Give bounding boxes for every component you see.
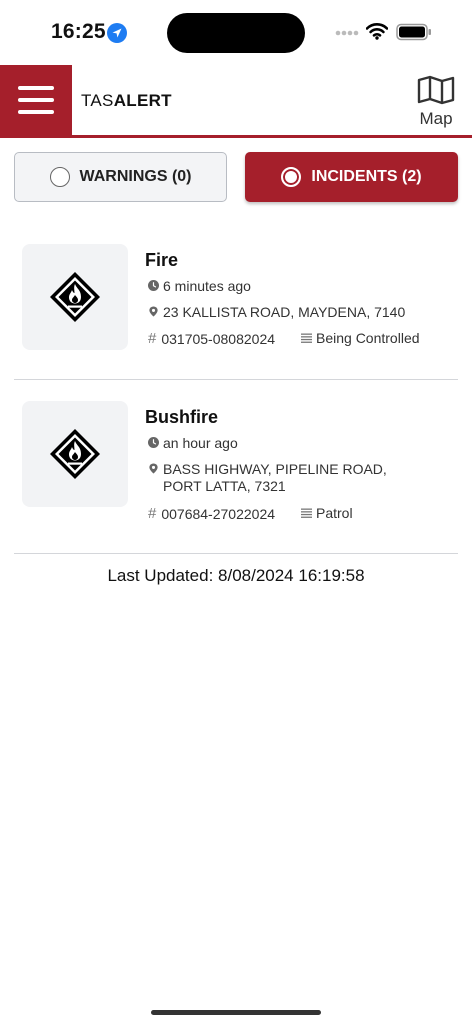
menu-button[interactable] (0, 65, 72, 138)
incident-time: 6 minutes ago (148, 278, 251, 295)
incident-location: 23 KALLISTA ROAD, MAYDENA, 7140 (148, 304, 448, 321)
home-indicator[interactable] (151, 1010, 321, 1015)
map-button[interactable]: Map (412, 75, 460, 131)
tab-warnings[interactable]: WARNINGS (0) (14, 152, 227, 202)
incident-location-text: BASS HIGHWAY, PIPELINE ROAD, PORT LATTA,… (163, 461, 387, 494)
status-bar: 16:25 (0, 0, 472, 64)
tab-incidents[interactable]: INCIDENTS (2) (245, 152, 458, 202)
list-icon (301, 333, 312, 343)
map-pin-icon (149, 306, 158, 317)
incident-thumbnail (22, 244, 128, 350)
clock-icon (148, 437, 159, 448)
menu-icon (18, 98, 54, 102)
warnings-radio (49, 167, 70, 187)
incident-item[interactable]: Bushfire an hour ago BASS HIGHWAY, PIPEL… (14, 393, 458, 554)
tab-warnings-label: WARNINGS (0) (79, 168, 192, 185)
map-pin-icon (149, 463, 158, 474)
menu-icon (18, 86, 54, 90)
incidents-radio (281, 167, 302, 187)
tab-incidents-label: INCIDENTS (2) (311, 168, 422, 185)
incident-code: # 007684-27022024 (148, 505, 275, 522)
incident-status: Patrol (301, 505, 353, 521)
location-arrow-icon (107, 23, 127, 43)
hash-icon: # (148, 505, 157, 522)
fire-hazard-icon (50, 429, 100, 479)
incident-status: Being Controlled (301, 330, 420, 346)
fire-hazard-icon (50, 272, 100, 322)
incident-time-text: an hour ago (163, 435, 238, 451)
battery-icon (396, 23, 431, 41)
signal-icon (335, 30, 359, 36)
clock-icon (148, 280, 159, 291)
incident-location: BASS HIGHWAY, PIPELINE ROAD, PORT LATTA,… (148, 461, 420, 495)
dynamic-island (167, 13, 305, 53)
list-icon (301, 508, 312, 518)
incident-code: # 031705-08082024 (148, 330, 275, 347)
incident-status-text: Being Controlled (316, 330, 420, 346)
wifi-icon (366, 23, 388, 40)
incident-item[interactable]: Fire 6 minutes ago 23 KALLISTA ROAD, MAY… (14, 236, 458, 380)
incident-title: Bushfire (145, 407, 219, 427)
incident-thumbnail (22, 401, 128, 507)
brand-bold: ALERT (113, 91, 172, 110)
menu-icon (18, 110, 54, 114)
map-label: Map (419, 109, 453, 128)
hash-icon: # (148, 330, 157, 347)
incident-time: an hour ago (148, 435, 238, 452)
app-logo: TASALERT (81, 91, 172, 111)
app-header: TASALERT Map (0, 65, 472, 138)
incident-title: Fire (145, 250, 179, 270)
incident-status-text: Patrol (316, 505, 353, 521)
status-time: 16:25 (51, 20, 106, 43)
incident-code-text: 007684-27022024 (161, 505, 276, 522)
last-updated: Last Updated: 8/08/2024 16:19:58 (107, 566, 365, 585)
incident-location-text: 23 KALLISTA ROAD, MAYDENA, 7140 (163, 304, 406, 320)
incident-code-text: 031705-08082024 (161, 330, 276, 347)
map-icon (417, 75, 455, 105)
incident-time-text: 6 minutes ago (163, 278, 251, 294)
brand-light: TAS (81, 91, 114, 110)
